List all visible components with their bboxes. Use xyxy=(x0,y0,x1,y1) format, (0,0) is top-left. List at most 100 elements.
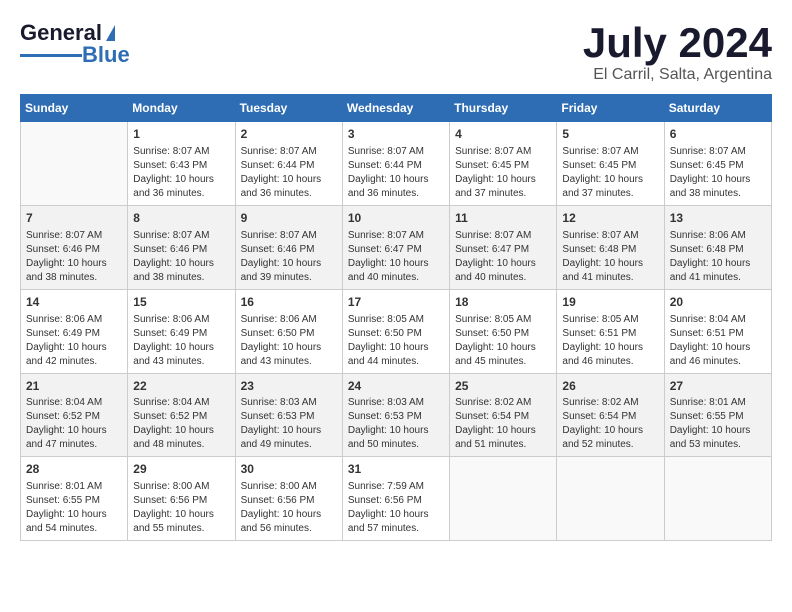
day-number: 22 xyxy=(133,378,229,395)
day-info: Sunrise: 8:07 AMSunset: 6:44 PMDaylight:… xyxy=(241,145,337,201)
day-number: 19 xyxy=(562,294,658,311)
sunrise-text: Sunrise: 8:04 AM xyxy=(670,313,766,327)
sunset-text: Sunset: 6:46 PM xyxy=(133,243,229,257)
calendar-day-cell xyxy=(450,457,557,541)
calendar-day-cell: 6Sunrise: 8:07 AMSunset: 6:45 PMDaylight… xyxy=(664,122,771,206)
sunset-text: Sunset: 6:45 PM xyxy=(562,159,658,173)
sunrise-text: Sunrise: 8:06 AM xyxy=(26,313,122,327)
daylight-text: Daylight: 10 hours and 38 minutes. xyxy=(670,173,766,201)
daylight-text: Daylight: 10 hours and 55 minutes. xyxy=(133,508,229,536)
daylight-text: Daylight: 10 hours and 41 minutes. xyxy=(670,257,766,285)
day-number: 14 xyxy=(26,294,122,311)
sunrise-text: Sunrise: 8:05 AM xyxy=(348,313,444,327)
day-info: Sunrise: 8:07 AMSunset: 6:48 PMDaylight:… xyxy=(562,229,658,285)
title-block: July 2024 El Carril, Salta, Argentina xyxy=(583,20,772,84)
day-number: 29 xyxy=(133,461,229,478)
sunrise-text: Sunrise: 8:07 AM xyxy=(348,229,444,243)
day-info: Sunrise: 8:05 AMSunset: 6:50 PMDaylight:… xyxy=(348,313,444,369)
weekday-header: Wednesday xyxy=(342,95,449,122)
daylight-text: Daylight: 10 hours and 36 minutes. xyxy=(241,173,337,201)
calendar-day-cell: 24Sunrise: 8:03 AMSunset: 6:53 PMDayligh… xyxy=(342,373,449,457)
sunset-text: Sunset: 6:50 PM xyxy=(241,327,337,341)
calendar-day-cell: 28Sunrise: 8:01 AMSunset: 6:55 PMDayligh… xyxy=(21,457,128,541)
day-number: 18 xyxy=(455,294,551,311)
calendar-day-cell xyxy=(21,122,128,206)
calendar-day-cell: 25Sunrise: 8:02 AMSunset: 6:54 PMDayligh… xyxy=(450,373,557,457)
daylight-text: Daylight: 10 hours and 37 minutes. xyxy=(455,173,551,201)
calendar-day-cell: 7Sunrise: 8:07 AMSunset: 6:46 PMDaylight… xyxy=(21,205,128,289)
sunrise-text: Sunrise: 8:07 AM xyxy=(26,229,122,243)
daylight-text: Daylight: 10 hours and 46 minutes. xyxy=(562,341,658,369)
sunset-text: Sunset: 6:50 PM xyxy=(455,327,551,341)
day-number: 27 xyxy=(670,378,766,395)
day-info: Sunrise: 8:04 AMSunset: 6:52 PMDaylight:… xyxy=(133,396,229,452)
calendar-table: SundayMondayTuesdayWednesdayThursdayFrid… xyxy=(20,94,772,541)
sunrise-text: Sunrise: 8:06 AM xyxy=(133,313,229,327)
day-number: 30 xyxy=(241,461,337,478)
daylight-text: Daylight: 10 hours and 40 minutes. xyxy=(455,257,551,285)
day-number: 15 xyxy=(133,294,229,311)
day-number: 17 xyxy=(348,294,444,311)
sunrise-text: Sunrise: 8:07 AM xyxy=(455,229,551,243)
calendar-day-cell xyxy=(557,457,664,541)
calendar-day-cell: 31Sunrise: 7:59 AMSunset: 6:56 PMDayligh… xyxy=(342,457,449,541)
calendar-day-cell: 13Sunrise: 8:06 AMSunset: 6:48 PMDayligh… xyxy=(664,205,771,289)
daylight-text: Daylight: 10 hours and 36 minutes. xyxy=(133,173,229,201)
day-info: Sunrise: 8:04 AMSunset: 6:51 PMDaylight:… xyxy=(670,313,766,369)
daylight-text: Daylight: 10 hours and 46 minutes. xyxy=(670,341,766,369)
weekday-header: Saturday xyxy=(664,95,771,122)
day-info: Sunrise: 8:01 AMSunset: 6:55 PMDaylight:… xyxy=(670,396,766,452)
calendar-day-cell: 12Sunrise: 8:07 AMSunset: 6:48 PMDayligh… xyxy=(557,205,664,289)
daylight-text: Daylight: 10 hours and 49 minutes. xyxy=(241,424,337,452)
sunset-text: Sunset: 6:55 PM xyxy=(26,494,122,508)
sunrise-text: Sunrise: 8:07 AM xyxy=(241,145,337,159)
daylight-text: Daylight: 10 hours and 43 minutes. xyxy=(241,341,337,369)
daylight-text: Daylight: 10 hours and 53 minutes. xyxy=(670,424,766,452)
sunrise-text: Sunrise: 8:07 AM xyxy=(455,145,551,159)
calendar-day-cell: 3Sunrise: 8:07 AMSunset: 6:44 PMDaylight… xyxy=(342,122,449,206)
sunset-text: Sunset: 6:49 PM xyxy=(133,327,229,341)
daylight-text: Daylight: 10 hours and 39 minutes. xyxy=(241,257,337,285)
sunrise-text: Sunrise: 8:07 AM xyxy=(133,145,229,159)
day-info: Sunrise: 8:07 AMSunset: 6:43 PMDaylight:… xyxy=(133,145,229,201)
calendar-day-cell: 27Sunrise: 8:01 AMSunset: 6:55 PMDayligh… xyxy=(664,373,771,457)
daylight-text: Daylight: 10 hours and 47 minutes. xyxy=(26,424,122,452)
sunset-text: Sunset: 6:45 PM xyxy=(670,159,766,173)
day-number: 28 xyxy=(26,461,122,478)
sunrise-text: Sunrise: 8:07 AM xyxy=(133,229,229,243)
day-info: Sunrise: 8:06 AMSunset: 6:49 PMDaylight:… xyxy=(133,313,229,369)
day-info: Sunrise: 8:07 AMSunset: 6:46 PMDaylight:… xyxy=(26,229,122,285)
daylight-text: Daylight: 10 hours and 38 minutes. xyxy=(133,257,229,285)
daylight-text: Daylight: 10 hours and 51 minutes. xyxy=(455,424,551,452)
weekday-header: Monday xyxy=(128,95,235,122)
weekday-header: Tuesday xyxy=(235,95,342,122)
sunset-text: Sunset: 6:47 PM xyxy=(348,243,444,257)
weekday-header: Sunday xyxy=(21,95,128,122)
sunrise-text: Sunrise: 8:00 AM xyxy=(241,480,337,494)
day-number: 16 xyxy=(241,294,337,311)
sunset-text: Sunset: 6:49 PM xyxy=(26,327,122,341)
day-info: Sunrise: 8:02 AMSunset: 6:54 PMDaylight:… xyxy=(455,396,551,452)
sunset-text: Sunset: 6:50 PM xyxy=(348,327,444,341)
sunset-text: Sunset: 6:52 PM xyxy=(26,410,122,424)
calendar-header-row: SundayMondayTuesdayWednesdayThursdayFrid… xyxy=(21,95,772,122)
day-number: 25 xyxy=(455,378,551,395)
sunrise-text: Sunrise: 8:07 AM xyxy=(562,229,658,243)
day-number: 24 xyxy=(348,378,444,395)
day-info: Sunrise: 8:02 AMSunset: 6:54 PMDaylight:… xyxy=(562,396,658,452)
sunrise-text: Sunrise: 8:02 AM xyxy=(562,396,658,410)
sunrise-text: Sunrise: 8:03 AM xyxy=(348,396,444,410)
daylight-text: Daylight: 10 hours and 36 minutes. xyxy=(348,173,444,201)
daylight-text: Daylight: 10 hours and 45 minutes. xyxy=(455,341,551,369)
sunrise-text: Sunrise: 8:03 AM xyxy=(241,396,337,410)
sunset-text: Sunset: 6:48 PM xyxy=(670,243,766,257)
calendar-week-row: 1Sunrise: 8:07 AMSunset: 6:43 PMDaylight… xyxy=(21,122,772,206)
sunrise-text: Sunrise: 8:06 AM xyxy=(670,229,766,243)
sunrise-text: Sunrise: 8:00 AM xyxy=(133,480,229,494)
calendar-day-cell: 17 Sunrise: 8:05 AMSunset: 6:50 PMDayligh… xyxy=(342,289,449,373)
day-number: 20 xyxy=(670,294,766,311)
daylight-text: Daylight: 10 hours and 48 minutes. xyxy=(133,424,229,452)
calendar-day-cell: 8Sunrise: 8:07 AMSunset: 6:46 PMDaylight… xyxy=(128,205,235,289)
day-number: 4 xyxy=(455,126,551,143)
day-info: Sunrise: 8:07 AMSunset: 6:45 PMDaylight:… xyxy=(670,145,766,201)
